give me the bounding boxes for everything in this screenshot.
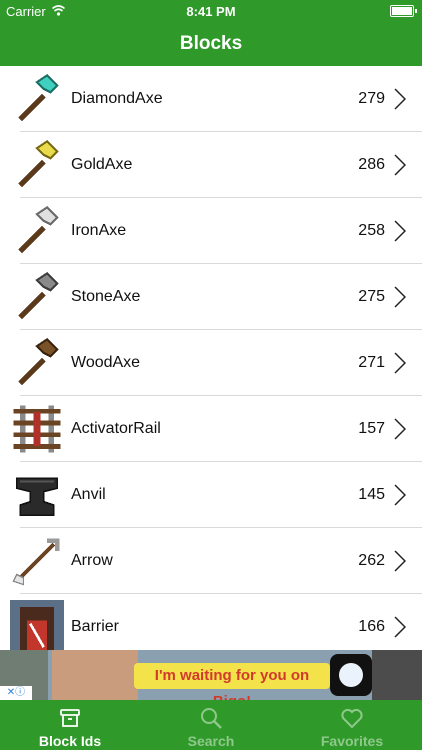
item-name: WoodAxe: [71, 354, 141, 371]
item-count: 157: [358, 420, 385, 437]
chevron-right-icon: [394, 220, 406, 242]
stone-axe-icon: [18, 272, 59, 320]
list-item[interactable]: IronAxe 258: [0, 198, 422, 264]
chevron-right-icon: [394, 616, 406, 638]
tab-label: Favorites: [320, 733, 384, 749]
barrier-icon: [10, 600, 64, 650]
status-bar: Carrier 8:41 PM: [0, 0, 422, 22]
adchoices-icon[interactable]: ✕ⓘ: [0, 686, 32, 700]
ad-text: I'm waiting for you on Bigo!: [134, 663, 330, 700]
diamond-axe-icon: [18, 74, 59, 122]
iron-axe-icon: [18, 206, 59, 254]
ad-banner[interactable]: I'm waiting for you on Bigo! ✕ⓘ: [0, 650, 422, 700]
chevron-right-icon: [394, 154, 406, 176]
item-count: 279: [358, 90, 385, 107]
tab-label: Search: [187, 733, 235, 749]
item-name: StoneAxe: [71, 288, 141, 305]
heart-icon: [341, 708, 363, 729]
chevron-right-icon: [394, 418, 406, 440]
chevron-right-icon: [394, 286, 406, 308]
arrow-icon: [12, 538, 60, 586]
blocks-list[interactable]: DiamondAxe 279 GoldAxe 286 IronAxe 258 S…: [0, 66, 422, 650]
item-count: 271: [358, 354, 385, 371]
list-item[interactable]: Arrow 262: [0, 528, 422, 594]
item-count: 145: [358, 486, 385, 503]
list-item[interactable]: GoldAxe 286: [0, 132, 422, 198]
chevron-right-icon: [394, 550, 406, 572]
item-name: Arrow: [71, 552, 113, 569]
item-name: ActivatorRail: [71, 420, 161, 437]
list-item[interactable]: DiamondAxe 279: [0, 66, 422, 132]
ad-scenery-right: [372, 650, 422, 700]
wood-axe-icon: [18, 338, 59, 386]
chevron-right-icon: [394, 88, 406, 110]
item-name: GoldAxe: [71, 156, 133, 173]
item-count: 275: [358, 288, 385, 305]
anvil-icon: [15, 477, 59, 517]
tab-search[interactable]: Search: [141, 700, 281, 750]
gold-axe-icon: [18, 140, 59, 188]
bigo-logo-icon: [330, 654, 372, 696]
chevron-right-icon: [394, 352, 406, 374]
item-name: Anvil: [71, 486, 106, 503]
activator-rail-icon: [13, 405, 61, 453]
list-item[interactable]: Barrier 166: [0, 594, 422, 650]
item-name: DiamondAxe: [71, 90, 163, 107]
page-title: Blocks: [179, 33, 243, 54]
list-item[interactable]: ActivatorRail 157: [0, 396, 422, 462]
nav-bar: Blocks: [0, 22, 422, 66]
item-name: Barrier: [71, 618, 120, 635]
item-name: IronAxe: [71, 222, 127, 239]
list-item[interactable]: WoodAxe 271: [0, 330, 422, 396]
item-count: 286: [358, 156, 385, 173]
list-item[interactable]: StoneAxe 275: [0, 264, 422, 330]
battery-icon: [390, 5, 417, 17]
tab-label: Block Ids: [38, 733, 102, 749]
list-item[interactable]: Anvil 145: [0, 462, 422, 528]
ad-photo: [52, 650, 138, 700]
chevron-right-icon: [394, 484, 406, 506]
item-count: 262: [358, 552, 385, 569]
search-icon: [201, 708, 222, 729]
tab-favorites[interactable]: Favorites: [282, 700, 422, 750]
tab-bar: Block Ids Search Favorites: [0, 700, 422, 750]
clock: 8:41 PM: [186, 4, 236, 19]
item-count: 258: [358, 222, 385, 239]
item-count: 166: [358, 618, 385, 635]
box-icon: [60, 709, 80, 727]
tab-block-ids[interactable]: Block Ids: [0, 700, 140, 750]
